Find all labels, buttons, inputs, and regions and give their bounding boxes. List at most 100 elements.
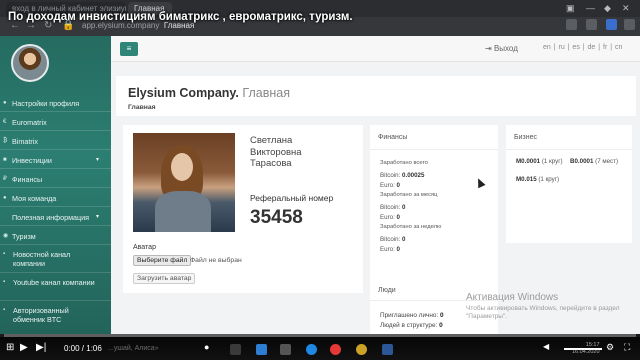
structure-count: Людей в структуре: 0 [380,322,443,329]
breadcrumb[interactable]: Главная [128,104,156,111]
divider [0,168,111,169]
sidebar-item-useful-info[interactable]: Полезная информация ▾ [0,213,111,222]
sidebar-item-btc-exchanger[interactable]: ▪ Авторизованный обменник BTC [0,306,100,324]
sidebar-item-news-channel[interactable]: ▪ Новостной канал компании [0,250,100,268]
divider [0,206,111,207]
btc-value: 0.00025 [402,172,425,179]
divider [0,244,111,245]
top-bar: ≡ ⇥ Выход en | ru | es | de | fr | cn [111,36,640,62]
divider [0,225,111,226]
choose-file-button[interactable]: Выберите файл [133,255,192,266]
level-label: M0.0001 [516,158,541,165]
menu-icon[interactable] [624,19,635,30]
btc-label: Bitcoin: [380,172,401,179]
page-header: Elysium Company. Главная Главная [116,76,636,116]
divider [0,130,111,131]
sidebar-item-label: Новостной канал компании [13,250,71,268]
sidebar-item-label: Youtube канал компании [13,278,95,287]
level-detail: (7 мест) [595,158,619,165]
time-current: 0:00 [64,344,80,353]
clock-time: 15:17 [585,342,600,348]
link-icon: ▪ [3,307,6,313]
btc-label: Bitcoin: [380,236,401,243]
chevron-down-icon: ▾ [96,157,100,163]
bookmark-icon[interactable] [586,19,597,30]
gear-icon: ● [3,100,7,106]
earned-month-eur: Euro: 0 [380,214,400,221]
earned-week-eur: Euro: 0 [380,246,400,253]
structure-label: Людей в структуре: [380,322,438,329]
avatar-label: Аватар [133,244,156,251]
yandex-icon[interactable] [330,344,341,355]
page: ● Настройки профиля € Euromatrix ₿ Bimatrix… [0,36,640,334]
microphone-icon[interactable]: ● [204,342,209,352]
sidebar-item-investments[interactable]: ■ Инвестиции ▾ [0,156,111,165]
euro-icon: € [3,119,7,125]
word-icon[interactable] [382,344,393,355]
globe-icon: ◉ [3,233,9,239]
system-clock: 15:17 16.04.2020 [572,342,600,355]
sidebar-item-team[interactable]: ● Моя команда [0,194,111,203]
pin-icon[interactable]: ▣ [566,3,575,14]
clock-date: 16.04.2020 [572,348,600,355]
btc-value: 0 [402,236,406,243]
structure-value: 0 [439,322,443,329]
language-switcher[interactable]: en | ru | es | de | fr | cn [543,44,622,51]
page-title: Elysium Company. Главная [128,86,290,100]
extension-icon[interactable] [566,19,577,30]
team-icon: ● [3,195,7,201]
divider [0,272,111,273]
edge-icon[interactable] [256,344,267,355]
earned-month-btc: Bitcoin: 0 [380,204,405,211]
sidebar-item-profile-settings[interactable]: ● Настройки профиля [0,99,111,108]
earned-week-btc: Bitcoin: 0 [380,236,405,243]
video-title: По доходам инвистициям биматрикс , евром… [8,11,353,23]
earned-week-label: Заработано за неделю [380,224,442,230]
euromatrix-level-1: M0.0001 (1 круг) [516,158,568,166]
sidebar-item-youtube-channel[interactable]: ▪ Youtube канал компании [0,278,100,287]
patronymic: Викторовна [250,146,302,158]
close-icon[interactable]: ✕ [622,3,630,14]
bimatrix-level-1: B0.0001 (7 мест) [570,158,628,166]
volume-icon[interactable]: ◀ [543,342,549,351]
sidebar-item-finance[interactable]: ₽ Финансы [0,175,111,184]
settings-icon[interactable]: ⚙ [606,342,614,353]
share-icon[interactable]: ◆ [604,3,611,14]
logout-link[interactable]: ⇥ Выход [485,44,518,53]
first-name: Светлана [250,135,293,146]
next-icon[interactable]: ▶| [36,342,46,353]
level-label: B0.0001 [570,158,594,165]
upload-avatar-button[interactable]: Загрузить аватар [133,273,196,284]
finance-heading: Финансы [378,134,408,141]
browser-icon[interactable] [306,344,317,355]
invited-label: Приглашено лично: [380,312,439,319]
chrome-icon[interactable] [356,344,367,355]
level-label: M0.015 [516,176,537,183]
menu-toggle-button[interactable]: ≡ [120,42,138,56]
earned-total-btc: Bitcoin: 0.00025 [380,172,424,179]
bitcoin-icon: ₿ [3,138,8,144]
video-time: 0:00 / 1:06 [64,344,102,353]
level-detail: (1 круг) [541,158,563,165]
btc-label: Bitcoin: [380,204,401,211]
windows-start-icon[interactable]: ⊞ [6,342,14,353]
link-icon: ▪ [3,279,6,285]
task-view-icon[interactable] [230,344,241,355]
explorer-icon[interactable] [280,344,291,355]
sidebar: ● Настройки профиля € Euromatrix ₿ Bimatrix… [0,36,111,334]
people-heading: Люди [378,287,396,294]
fullscreen-icon[interactable]: ⛶ [624,342,630,353]
minimize-icon[interactable]: — [586,3,595,13]
company-name: Elysium Company. [128,86,239,100]
taskbar-search[interactable]: ...ушай, Алиса» [108,345,159,352]
sidebar-item-label: Инвестиции [12,156,52,165]
divider [0,300,111,301]
sidebar-item-euromatrix[interactable]: € Euromatrix [0,118,111,127]
divider [0,187,111,188]
sidebar-item-bimatrix[interactable]: ₿ Bimatrix [0,137,111,146]
extension-blue-icon[interactable] [606,19,617,30]
play-icon[interactable]: ▶ [20,342,28,353]
ruble-icon: ₽ [3,176,7,182]
business-heading: Бизнес [514,134,537,141]
sidebar-item-tourism[interactable]: ◉ Туризм [0,232,111,241]
